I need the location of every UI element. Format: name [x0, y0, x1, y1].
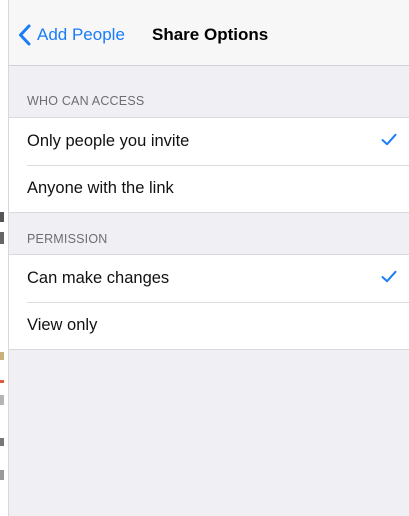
option-anyone-with-the-link[interactable]: Anyone with the link: [9, 165, 409, 212]
navigation-bar: Add People Share Options: [9, 0, 409, 66]
background-page-fragment: [0, 470, 4, 480]
option-label: View only: [27, 316, 98, 334]
option-view-only[interactable]: View only: [9, 302, 409, 349]
background-page-fragment: [0, 212, 4, 222]
background-page-edge: [0, 0, 8, 516]
share-options-panel: Add People Share Options WHO CAN ACCESS …: [8, 0, 409, 516]
access-options-group: Only people you invite Anyone with the l…: [9, 117, 409, 213]
option-label: Can make changes: [27, 269, 170, 287]
section-header-who-can-access: WHO CAN ACCESS: [27, 94, 145, 108]
share-options-screen: Add People Share Options WHO CAN ACCESS …: [0, 0, 409, 516]
option-only-people-you-invite[interactable]: Only people you invite: [9, 118, 409, 165]
back-button-label: Add People: [37, 25, 125, 44]
checkmark-icon: [381, 270, 397, 288]
option-label: Anyone with the link: [27, 179, 174, 197]
chevron-left-icon: [18, 24, 31, 46]
permission-options-group: Can make changes View only: [9, 254, 409, 350]
section-header-permission: PERMISSION: [27, 232, 108, 246]
checkmark-icon: [381, 133, 397, 151]
background-page-fragment: [0, 380, 4, 383]
option-can-make-changes[interactable]: Can make changes: [9, 255, 409, 302]
option-label: Only people you invite: [27, 132, 190, 150]
background-page-fragment: [0, 352, 4, 360]
background-page-fragment: [0, 232, 4, 244]
back-button[interactable]: Add People: [18, 22, 125, 48]
page-title: Share Options: [152, 25, 269, 44]
background-page-fragment: [0, 395, 4, 405]
background-page-fragment: [0, 438, 4, 446]
